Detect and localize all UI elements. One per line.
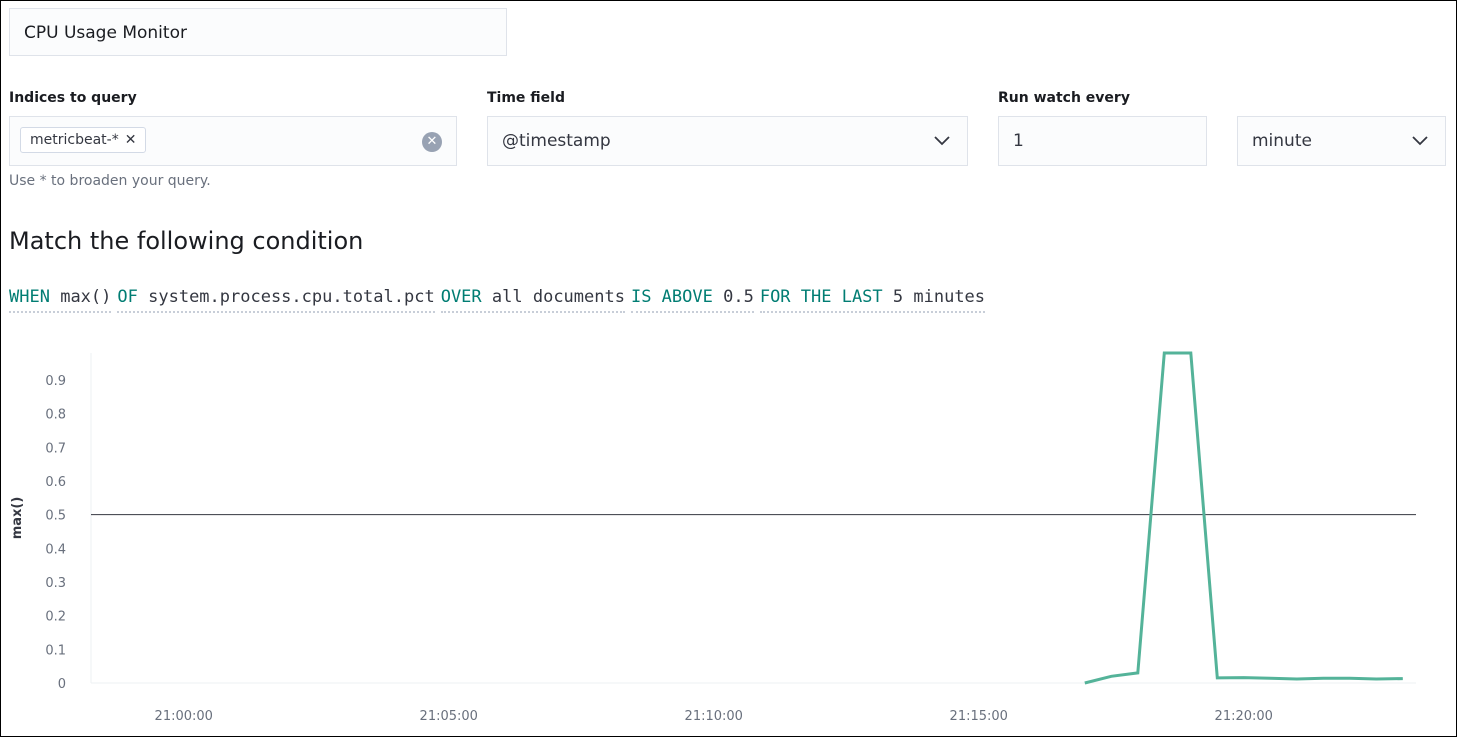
series-line (1084, 351, 1403, 685)
for-the-last-keyword: FOR THE LAST (759, 287, 883, 307)
of-value: system.process.cpu.total.pct (148, 287, 435, 307)
y-tick-label: 0.7 (45, 441, 66, 456)
run-watch-label: Run watch every (998, 90, 1130, 106)
for-the-last-value: 5 minutes (892, 287, 986, 307)
y-axis-label: max() (10, 497, 25, 540)
time-field-value: @timestamp (502, 131, 611, 151)
index-chip-label: metricbeat-* (30, 132, 119, 148)
x-tick-label: 21:15:00 (950, 709, 1008, 724)
of-keyword: OF (117, 287, 138, 307)
y-tick-label: 0.5 (45, 509, 66, 524)
time-field-label: Time field (487, 90, 565, 106)
y-tick-label: 0.1 (45, 643, 66, 658)
x-tick-label: 21:00:00 (155, 709, 213, 724)
y-tick-label: 0.6 (45, 475, 66, 490)
condition-heading: Match the following condition (9, 227, 364, 255)
indices-label: Indices to query (9, 90, 137, 106)
time-field-select[interactable]: @timestamp (487, 116, 968, 166)
index-chip: metricbeat-* ✕ (20, 127, 147, 153)
cross-icon[interactable]: ✕ (125, 132, 137, 148)
run-watch-interval-value: 1 (1013, 131, 1024, 151)
indices-combobox[interactable]: metricbeat-* ✕ ✕ (9, 116, 457, 166)
for-the-last-expression[interactable]: FOR THE LAST 5 minutes (759, 287, 986, 313)
threshold-value: 0.5 (723, 287, 754, 307)
when-expression[interactable]: WHEN max() (9, 287, 112, 313)
chevron-down-icon (934, 136, 950, 146)
y-tick-label: 0.8 (45, 408, 66, 423)
x-tick-label: 21:05:00 (420, 709, 478, 724)
chevron-down-icon (1412, 136, 1428, 146)
y-tick-label: 0.4 (45, 542, 66, 557)
watch-name-input[interactable]: CPU Usage Monitor (9, 8, 507, 56)
run-watch-unit-value: minute (1252, 131, 1312, 151)
run-watch-unit-select[interactable]: minute (1237, 116, 1446, 166)
when-keyword: WHEN (9, 287, 50, 307)
of-expression[interactable]: OF system.process.cpu.total.pct (117, 287, 435, 313)
x-tick-label: 21:20:00 (1215, 709, 1273, 724)
condition-expression: WHEN max() OF system.process.cpu.total.pc… (9, 287, 991, 313)
y-tick-label: 0 (58, 677, 66, 692)
x-tick-label: 21:10:00 (685, 709, 743, 724)
y-tick-label: 0.2 (45, 610, 66, 625)
is-above-keyword: IS ABOVE (630, 287, 713, 307)
condition-chart: 0 0.1 0.2 0.3 0.4 0.5 0.6 0.7 0.8 0.9 21:00:00 21:0… (10, 351, 1416, 724)
run-watch-interval-input[interactable]: 1 (998, 116, 1207, 166)
over-value: all documents (491, 287, 625, 307)
y-tick-label: 0.9 (45, 374, 66, 389)
y-tick-label: 0.3 (45, 576, 66, 591)
threshold-expression[interactable]: IS ABOVE 0.5 (630, 287, 754, 313)
indices-help-text: Use * to broaden your query. (9, 173, 211, 189)
over-expression[interactable]: OVER all documents (440, 287, 625, 313)
clear-icon[interactable]: ✕ (422, 132, 442, 152)
over-keyword: OVER (440, 287, 482, 307)
when-value: max() (60, 287, 112, 307)
